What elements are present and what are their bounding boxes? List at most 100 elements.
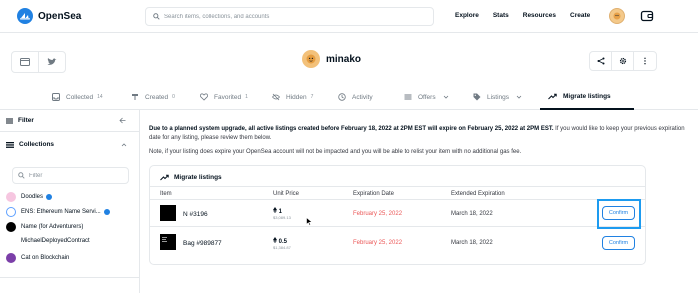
migration-notice: Due to a planned system upgrade, all act… <box>149 125 689 143</box>
unit-price: 0.5 $1,384.87 <box>273 237 291 250</box>
website-icon <box>20 58 30 66</box>
item-name[interactable]: Bag #989877 <box>183 240 222 247</box>
wallet-icon[interactable] <box>640 9 654 25</box>
tab-migrate-label: Migrate listings <box>563 93 611 100</box>
chevron-down-icon <box>516 95 522 99</box>
migration-note: Note, if your listing does expire your O… <box>149 149 522 155</box>
tab-created[interactable]: Created 0 <box>131 93 175 101</box>
collected-icon <box>52 93 60 101</box>
trend-arrow-icon <box>160 174 169 181</box>
verified-badge-icon <box>46 194 53 200</box>
chevron-up-icon <box>121 142 127 146</box>
collections-icon <box>6 141 14 148</box>
tab-created-label: Created <box>145 93 169 101</box>
collections-header[interactable]: Collections <box>6 141 134 148</box>
trend-arrow-icon <box>548 93 557 100</box>
tab-hidden[interactable]: Hidden 7 <box>272 93 313 101</box>
collection-filter[interactable] <box>12 167 129 184</box>
settings-button[interactable] <box>612 52 634 70</box>
eth-icon <box>273 207 277 213</box>
mouse-cursor-icon <box>306 217 313 226</box>
nav-resources[interactable]: Resources <box>523 12 556 19</box>
tab-listings[interactable]: Listings <box>473 93 522 101</box>
tab-collected[interactable]: Collected 14 <box>52 93 103 101</box>
heart-icon <box>200 93 208 101</box>
tab-favorited-label: Favorited <box>214 93 242 101</box>
profile-tabs: Collected 14 Created 0 Favorited 1 Hidde… <box>0 84 698 110</box>
share-button[interactable] <box>590 52 612 70</box>
migrate-listings-panel: Migrate listings Item Unit Price Expirat… <box>149 165 646 265</box>
filter-label: Filter <box>18 117 34 124</box>
global-search[interactable] <box>145 7 434 26</box>
collections-label: Collections <box>19 141 55 148</box>
divider <box>150 226 645 227</box>
divider <box>150 186 645 187</box>
price-usd: $1,384.87 <box>273 245 291 250</box>
active-tab-indicator <box>540 108 634 110</box>
nav-stats[interactable]: Stats <box>493 12 509 19</box>
arrow-left-icon[interactable] <box>119 117 126 124</box>
nav-create[interactable]: Create <box>570 12 590 19</box>
tab-collected-count: 14 <box>97 94 103 100</box>
profile-actions <box>589 51 657 71</box>
highlight-box <box>597 199 641 229</box>
tab-migrate-listings[interactable]: Migrate listings <box>548 93 611 100</box>
col-item: Item <box>160 191 172 197</box>
filter-header[interactable]: Filter <box>6 117 134 124</box>
tab-collected-label: Collected <box>66 93 94 101</box>
more-vertical-icon <box>644 57 646 65</box>
more-button[interactable] <box>634 52 656 70</box>
tag-icon <box>473 93 481 101</box>
chevron-down-icon <box>443 95 448 99</box>
verified-badge-icon <box>103 209 110 215</box>
col-extended: Extended Expiration <box>451 191 505 197</box>
tab-favorited[interactable]: Favorited 1 <box>200 93 248 101</box>
profile-header: minako <box>302 50 361 68</box>
main-nav: Explore Stats Resources Create <box>455 12 604 19</box>
search-icon <box>18 172 25 179</box>
search-input[interactable] <box>164 13 414 20</box>
collection-name: Doodles <box>21 194 44 200</box>
twitter-icon <box>47 58 57 65</box>
item-thumbnail[interactable] <box>160 205 176 221</box>
collection-item-ens[interactable]: ENS: Ethereum Name Servi... <box>6 207 110 217</box>
price-usd: $3,089.13 <box>273 215 291 220</box>
top-navbar: OpenSea Explore Stats Resources Create <box>0 0 698 33</box>
price-eth: 1 <box>273 207 291 215</box>
tab-created-count: 0 <box>172 94 175 100</box>
sidebar-divider <box>0 277 140 278</box>
profile-name: minako <box>326 53 362 65</box>
clock-icon <box>338 93 346 101</box>
twitter-button[interactable] <box>38 51 66 73</box>
confirm-button[interactable]: Confirm <box>602 236 635 250</box>
tab-offers[interactable]: Offers <box>404 93 449 101</box>
profile-avatar <box>302 50 320 68</box>
opensea-boat-icon <box>17 8 33 24</box>
unit-price: 1 $3,089.13 <box>273 207 291 220</box>
item-name[interactable]: N #3196 <box>183 211 208 218</box>
item-thumbnail[interactable] <box>160 234 176 250</box>
collection-item-loot[interactable]: Name (for Adventurers) <box>6 222 83 232</box>
paintbrush-icon <box>132 94 138 100</box>
eye-off-icon <box>272 93 280 101</box>
account-avatar[interactable] <box>609 8 625 24</box>
collection-filter-input[interactable] <box>29 172 119 179</box>
tab-activity-label: Activity <box>352 93 373 101</box>
website-button[interactable] <box>11 51 39 73</box>
tab-favorited-count: 1 <box>245 94 248 100</box>
tab-listings-label: Listings <box>487 93 510 101</box>
notice-bold: Due to a planned system upgrade, all act… <box>149 126 554 132</box>
nav-explore[interactable]: Explore <box>455 12 479 19</box>
expiration-date: February 25, 2022 <box>353 240 403 246</box>
collection-item-cat[interactable]: Cat on Blockchain <box>6 253 69 263</box>
expiration-date: February 25, 2022 <box>353 211 403 217</box>
collection-item-doodles[interactable]: Doodles <box>6 192 53 202</box>
divider <box>150 199 645 200</box>
price-eth: 0.5 <box>273 237 291 245</box>
col-unit-price: Unit Price <box>273 191 300 197</box>
collection-item-michael[interactable]: MichaelDeployedContract <box>21 238 90 244</box>
cat-avatar <box>6 253 16 263</box>
tab-activity[interactable]: Activity <box>338 93 373 101</box>
opensea-logo[interactable]: OpenSea <box>17 8 81 24</box>
brand-name: OpenSea <box>38 10 82 22</box>
